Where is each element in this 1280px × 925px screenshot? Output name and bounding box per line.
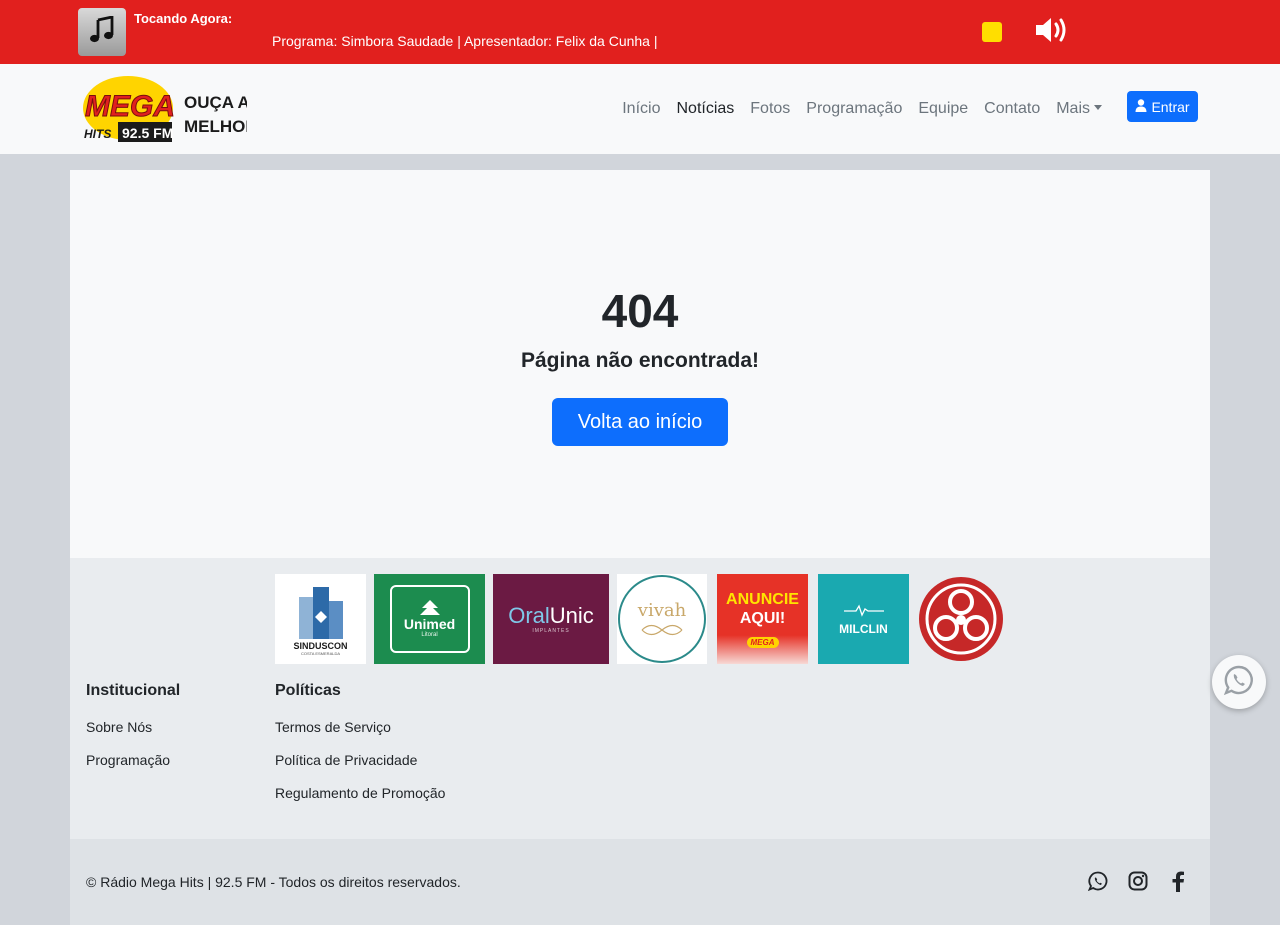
unimed-tree-icon [419, 600, 440, 615]
navbar: MEGA 92.5 FM HITS OUÇA A MELHOR! Início … [0, 64, 1280, 154]
site-logo[interactable]: MEGA 92.5 FM HITS OUÇA A MELHOR! [82, 74, 263, 146]
unimed-sub: Litoral [421, 632, 438, 638]
milclin-name: MILCLIN [839, 621, 888, 636]
facebook-icon[interactable] [1168, 870, 1188, 892]
error-message: Página não encontrada! [520, 349, 760, 372]
now-playing-label: Tocando Agora: [134, 11, 233, 26]
heartbeat-icon [843, 603, 884, 617]
login-label: Entrar [1151, 98, 1190, 115]
whatsapp-icon[interactable] [1088, 870, 1108, 892]
footer-col-politicas: Políticas Termos de Serviço Política de … [275, 682, 445, 817]
caret-down-icon [1094, 105, 1102, 110]
building-icon [298, 586, 343, 639]
stop-button[interactable] [982, 22, 1002, 42]
now-playing-marquee: Programa: Simbora Saudade | Apresentador… [272, 33, 658, 49]
unimed-name: Unimed [403, 616, 456, 632]
footer-bottom-bar: © Rádio Mega Hits | 92.5 FM - Todos os d… [70, 839, 1210, 925]
anuncie-badge: MEGA [746, 636, 779, 648]
footer-link-sobre-nos[interactable]: Sobre Nós [86, 718, 180, 736]
copyright-text: © Rádio Mega Hits | 92.5 FM - Todos os d… [86, 874, 461, 890]
sponsor-oralunic[interactable]: OralUnic IMPLANTES [493, 574, 609, 664]
anuncie-line2: AQUI! [739, 609, 786, 627]
sponsor-vivah[interactable]: vivah [617, 574, 707, 664]
nav-mais-dropdown[interactable]: Mais [1048, 99, 1110, 119]
logo-sub: HITS [84, 127, 111, 141]
volume-button[interactable] [1033, 16, 1073, 48]
sponsor-sinduscon[interactable]: SINDUSCON COSTA ESMERALDA [275, 574, 366, 664]
login-button[interactable]: Entrar [1127, 91, 1198, 122]
logo-word: MEGA [85, 90, 175, 123]
footer-link-regulamento[interactable]: Regulamento de Promoção [275, 784, 445, 802]
logo-frequency: 92.5 FM [122, 125, 173, 141]
sinduscon-name: SINDUSCON [293, 640, 348, 651]
logo-tagline-1: OUÇA A [184, 93, 247, 112]
nav-inicio[interactable]: Início [614, 99, 668, 119]
back-home-button[interactable]: Volta ao início [552, 398, 728, 446]
biohazard-icon [919, 577, 1003, 661]
player-bar: Tocando Agora: Programa: Simbora Saudade… [0, 0, 1280, 64]
oral-name-b: Unic [549, 603, 594, 628]
footer-link-programacao[interactable]: Programação [86, 751, 180, 769]
nav-equipe[interactable]: Equipe [910, 99, 976, 119]
footer-institucional-title: Institucional [86, 682, 181, 699]
instagram-icon[interactable] [1128, 870, 1148, 892]
footer: SINDUSCON COSTA ESMERALDA Unimed Litoral… [70, 558, 1210, 839]
footer-col-institucional: Institucional Sobre Nós Programação [86, 682, 180, 784]
oral-name-a: Oral [508, 603, 550, 628]
whatsapp-float-button[interactable] [1212, 655, 1266, 709]
footer-link-termos[interactable]: Termos de Serviço [275, 718, 445, 736]
sponsor-anuncie-aqui[interactable]: ANUNCIE AQUI! MEGA [717, 574, 808, 664]
error-card: 404 Página não encontrada! Volta ao iníc… [70, 170, 1210, 558]
logo-tagline-2: MELHOR! [184, 117, 247, 136]
music-note-icon [89, 14, 115, 49]
volume-up-icon [1034, 15, 1072, 50]
nav-mais-label: Mais [1056, 100, 1090, 117]
whatsapp-icon [1223, 664, 1255, 701]
error-code: 404 [601, 285, 679, 337]
user-icon [1135, 98, 1147, 115]
footer-link-privacidade[interactable]: Política de Privacidade [275, 751, 445, 769]
footer-politicas-title: Políticas [275, 682, 341, 699]
nav-programacao[interactable]: Programação [798, 99, 910, 119]
nav-contato[interactable]: Contato [976, 99, 1048, 119]
sponsor-milclin[interactable]: MILCLIN [818, 574, 909, 664]
sponsor-biohazard[interactable] [916, 574, 1006, 664]
vivah-ornament-icon [641, 624, 683, 635]
main-nav: Início Notícias Fotos Programação Equipe… [614, 99, 1110, 119]
sponsor-unimed[interactable]: Unimed Litoral [374, 574, 485, 664]
anuncie-line1: ANUNCIE [726, 590, 799, 608]
vivah-name: vivah [637, 599, 687, 621]
album-cover [78, 8, 126, 56]
social-links [1088, 870, 1188, 892]
oral-sub: IMPLANTES [532, 628, 570, 634]
nav-noticias[interactable]: Notícias [668, 99, 742, 119]
sinduscon-sub: COSTA ESMERALDA [300, 650, 341, 656]
nav-fotos[interactable]: Fotos [742, 99, 798, 119]
